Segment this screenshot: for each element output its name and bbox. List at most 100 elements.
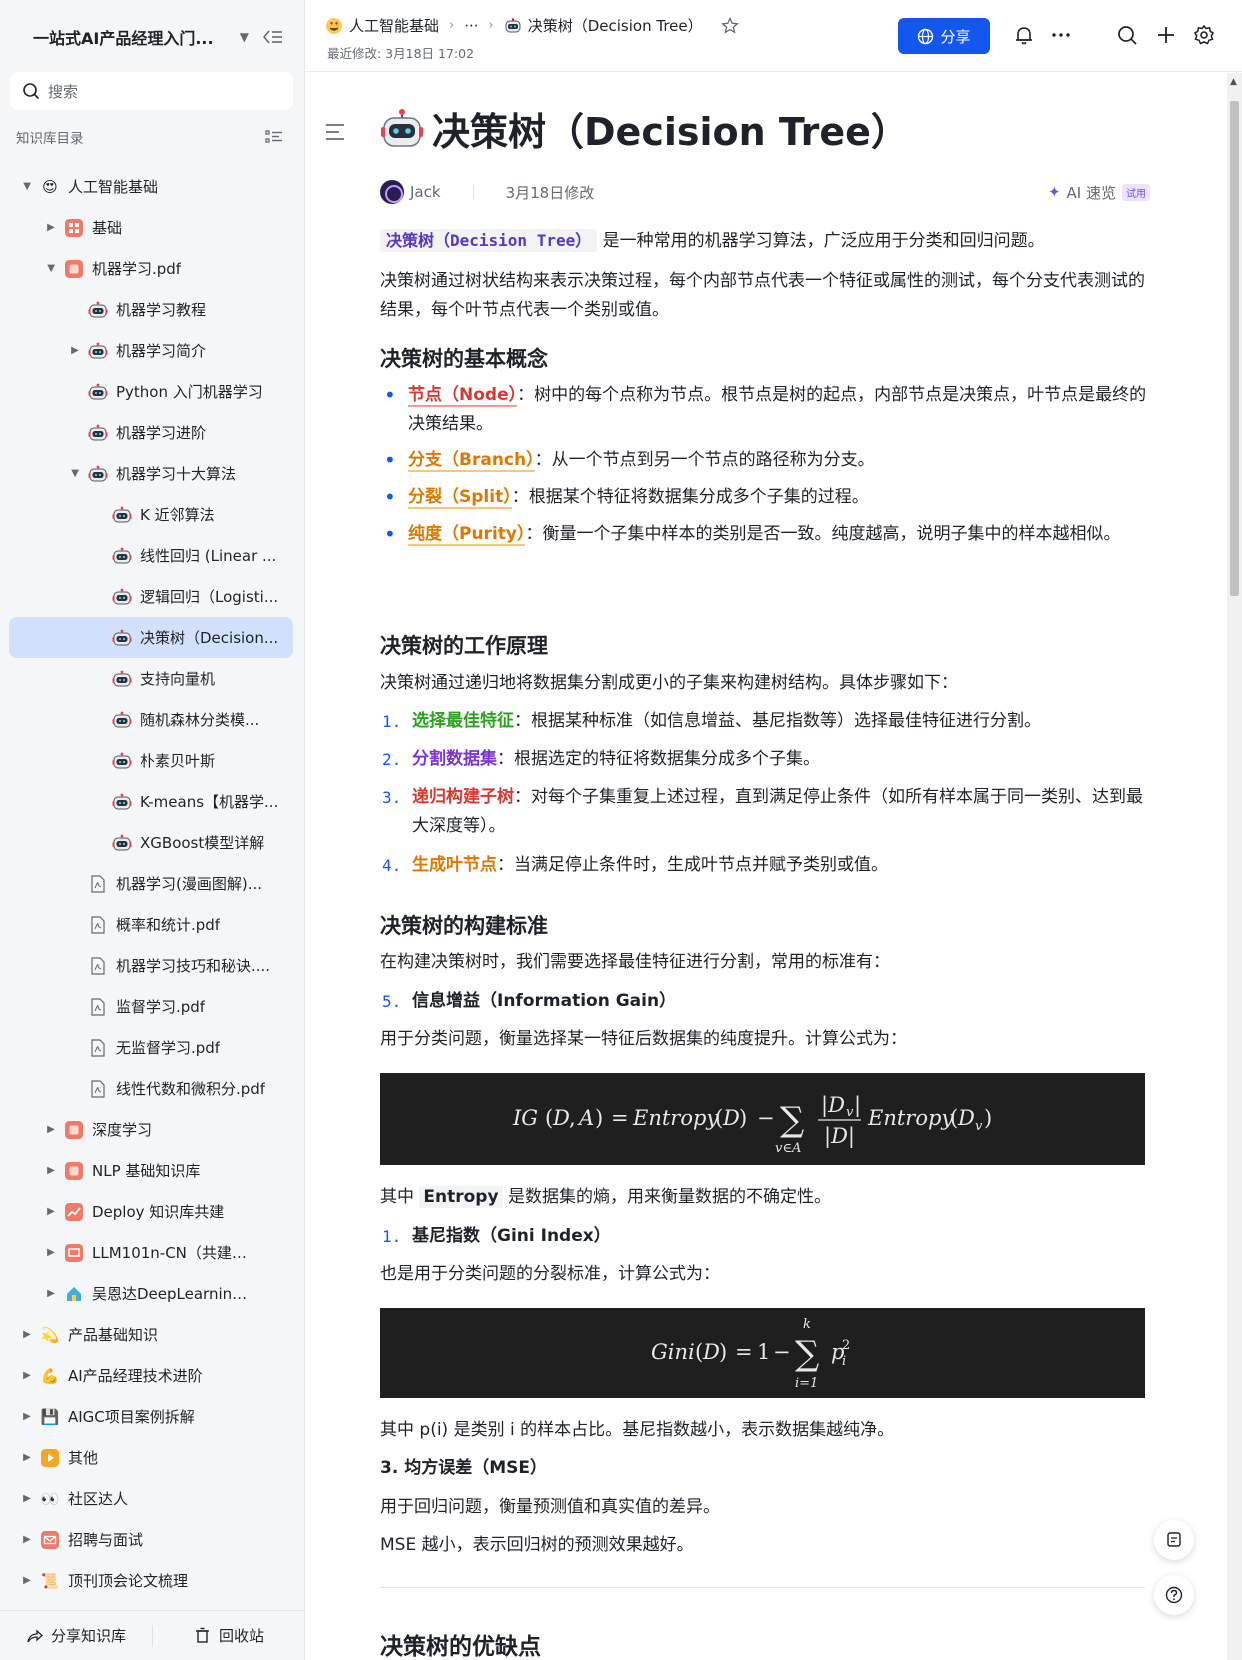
trash-label: 回收站 xyxy=(218,1627,264,1645)
chevron-right-icon[interactable]: ▶ xyxy=(20,1452,34,1463)
sidebar-item[interactable]: ▶ 😍 人工智能基础 xyxy=(0,166,304,207)
chevron-down-icon[interactable]: ▶ xyxy=(22,180,33,194)
sidebar-item[interactable]: 监督学习.pdf xyxy=(0,986,304,1027)
box-icon xyxy=(64,1120,84,1140)
sidebar-item[interactable]: ▶ 📜 顶刊顶会论文梳理 xyxy=(0,1560,304,1601)
dizzy-emoji-icon: 💫 xyxy=(40,1325,60,1344)
bell-icon[interactable] xyxy=(1013,24,1035,46)
sidebar-item[interactable]: ▶ 其他 xyxy=(0,1437,304,1478)
crumb-root[interactable]: 人工智能基础 xyxy=(349,15,439,36)
step-term: 选择最佳特征 xyxy=(412,711,514,731)
sidebar-item[interactable]: Python 入门机器学习 xyxy=(0,371,304,412)
chevron-down-icon[interactable]: ▶ xyxy=(70,467,81,481)
search-icon[interactable] xyxy=(1116,24,1138,46)
sidebar-item-label: 监督学习.pdf xyxy=(116,998,206,1016)
chevron-right-icon[interactable]: ▶ xyxy=(20,1329,34,1340)
gear-icon[interactable] xyxy=(1193,24,1215,46)
sidebar-item[interactable]: 机器学习(漫画图解)... xyxy=(0,863,304,904)
sidebar-item-label: 产品基础知识 xyxy=(68,1326,159,1344)
sidebar-item[interactable]: ▶ 基础 xyxy=(0,207,304,248)
ai-summary-button[interactable]: ✦ AI 速览 试用 xyxy=(1048,182,1150,203)
more-icon[interactable] xyxy=(1050,24,1072,46)
sidebar-item[interactable]: 决策树（Decision... xyxy=(9,617,293,658)
list-settings-icon[interactable] xyxy=(265,129,283,145)
svg-text:=: = xyxy=(611,1106,629,1130)
sidebar-item[interactable]: ▶ 机器学习简介 xyxy=(0,330,304,371)
author-name[interactable]: Jack xyxy=(410,183,441,201)
chevron-right-icon[interactable]: ▶ xyxy=(44,1165,58,1176)
avatar[interactable] xyxy=(380,180,404,204)
sidebar-item[interactable]: 朴素贝叶斯 xyxy=(0,740,304,781)
sidebar-item[interactable]: ▶ 👀 社区达人 xyxy=(0,1478,304,1519)
sparkle-icon: ✦ xyxy=(1047,183,1061,201)
share-button[interactable]: 分享 xyxy=(898,18,990,54)
sidebar-item[interactable]: 线性代数和微积分.pdf xyxy=(0,1068,304,1109)
sidebar-item[interactable]: 支持向量机 xyxy=(0,658,304,699)
chevron-right-icon[interactable]: ▶ xyxy=(44,1288,58,1299)
formula-block-information-gain: IG(D, A) = Entropy(D) − ∑ v∈A |D v | |D| En… xyxy=(380,1073,1145,1165)
sidebar-item[interactable]: ▶ 吴恩达DeepLearning.AI... xyxy=(0,1273,304,1314)
chevron-down-icon[interactable]: ▼ xyxy=(240,30,249,44)
chevron-right-icon[interactable]: ▶ xyxy=(68,345,82,356)
add-icon[interactable] xyxy=(1155,24,1177,46)
sidebar-item[interactable]: ▶ 💾 AIGC项目案例拆解 xyxy=(0,1396,304,1437)
sidebar-item[interactable]: ▶ NLP 基础知识库 xyxy=(0,1150,304,1191)
sidebar-item[interactable]: 线性回归 (Linear ... xyxy=(0,535,304,576)
search-input[interactable]: 搜索 xyxy=(10,72,293,110)
kb-title[interactable]: 一站式AI产品经理入门... xyxy=(33,25,228,49)
pdf-icon xyxy=(88,1038,108,1058)
scrollbar[interactable]: ▲ xyxy=(1227,73,1242,1660)
svg-text:): ) xyxy=(984,1106,992,1130)
sidebar-item[interactable]: ▶ 💫 产品基础知识 xyxy=(0,1314,304,1355)
scrollbar-thumb[interactable] xyxy=(1230,101,1239,596)
sidebar-item[interactable]: ▶ 招聘与面试 xyxy=(0,1519,304,1560)
sidebar-item[interactable]: 机器学习技巧和秘诀.... xyxy=(0,945,304,986)
sidebar-item[interactable]: ▶ 💪 AI产品经理技术进阶 xyxy=(0,1355,304,1396)
sidebar-item[interactable]: K 近邻算法 xyxy=(0,494,304,535)
svg-text:D: D xyxy=(957,1106,975,1130)
item-number: 1. xyxy=(382,1227,402,1246)
eyes-emoji-icon: 👀 xyxy=(40,1489,60,1508)
sidebar-item-label: Deploy 知识库共建 xyxy=(92,1203,225,1221)
outline-menu-icon[interactable] xyxy=(325,123,345,141)
comment-icon xyxy=(1167,1532,1181,1547)
chevron-right-icon[interactable]: ▶ xyxy=(20,1370,34,1381)
sidebar-item[interactable]: 机器学习进阶 xyxy=(0,412,304,453)
scroll-up-arrow-icon[interactable]: ▲ xyxy=(1230,77,1237,87)
sidebar-item[interactable]: ▶ 深度学习 xyxy=(0,1109,304,1150)
intro-paragraph: 决策树（Decision Tree） 是一种常用的机器学习算法，广泛应用于分类和… xyxy=(380,226,1150,256)
sidebar-item[interactable]: 概率和统计.pdf xyxy=(0,904,304,945)
robot-icon xyxy=(504,17,522,35)
sidebar-item[interactable]: 随机森林分类模... xyxy=(0,699,304,740)
collapse-sidebar-icon[interactable] xyxy=(262,29,283,45)
sidebar-item[interactable]: K-means【机器学... xyxy=(0,781,304,822)
chevron-right-icon[interactable]: ▶ xyxy=(20,1575,34,1586)
sidebar-item[interactable]: ▶ LLM101n-CN（共建中） xyxy=(0,1232,304,1273)
sidebar-item[interactable]: ▶ 机器学习十大算法 xyxy=(0,453,304,494)
sidebar-item[interactable]: 机器学习教程 xyxy=(0,289,304,330)
sidebar-item[interactable]: 逻辑回归（Logisti... xyxy=(0,576,304,617)
crumb-ellipsis[interactable]: ··· xyxy=(464,17,478,35)
robot-icon xyxy=(88,300,108,320)
trash-button[interactable]: 回收站 xyxy=(153,1625,304,1646)
star-icon[interactable] xyxy=(720,16,739,35)
chevron-right-icon[interactable]: ▶ xyxy=(44,1124,58,1135)
chevron-right-icon[interactable]: ▶ xyxy=(20,1493,34,1504)
comment-float-button[interactable] xyxy=(1154,1520,1194,1560)
help-float-button[interactable] xyxy=(1154,1575,1194,1615)
chevron-down-icon[interactable]: ▶ xyxy=(46,262,57,276)
chevron-right-icon[interactable]: ▶ xyxy=(44,1247,58,1258)
sidebar-item[interactable]: XGBoost模型详解 xyxy=(0,822,304,863)
chevron-right-icon[interactable]: ▶ xyxy=(20,1411,34,1422)
sidebar-item[interactable]: ▶ 机器学习.pdf xyxy=(0,248,304,289)
heart-eyes-emoji-icon: 😍 xyxy=(42,177,58,196)
share-kb-button[interactable]: 分享知识库 xyxy=(0,1625,152,1646)
chevron-right-icon[interactable]: ▶ xyxy=(44,222,58,233)
chevron-right-icon[interactable]: ▶ xyxy=(20,1534,34,1545)
grid-icon xyxy=(64,218,84,238)
chevron-right-icon[interactable]: ▶ xyxy=(44,1206,58,1217)
sidebar-item[interactable]: ▶ Deploy 知识库共建 xyxy=(0,1191,304,1232)
trial-badge: 试用 xyxy=(1122,183,1150,201)
sidebar-item[interactable]: 无监督学习.pdf xyxy=(0,1027,304,1068)
share-kb-label: 分享知识库 xyxy=(50,1627,126,1645)
